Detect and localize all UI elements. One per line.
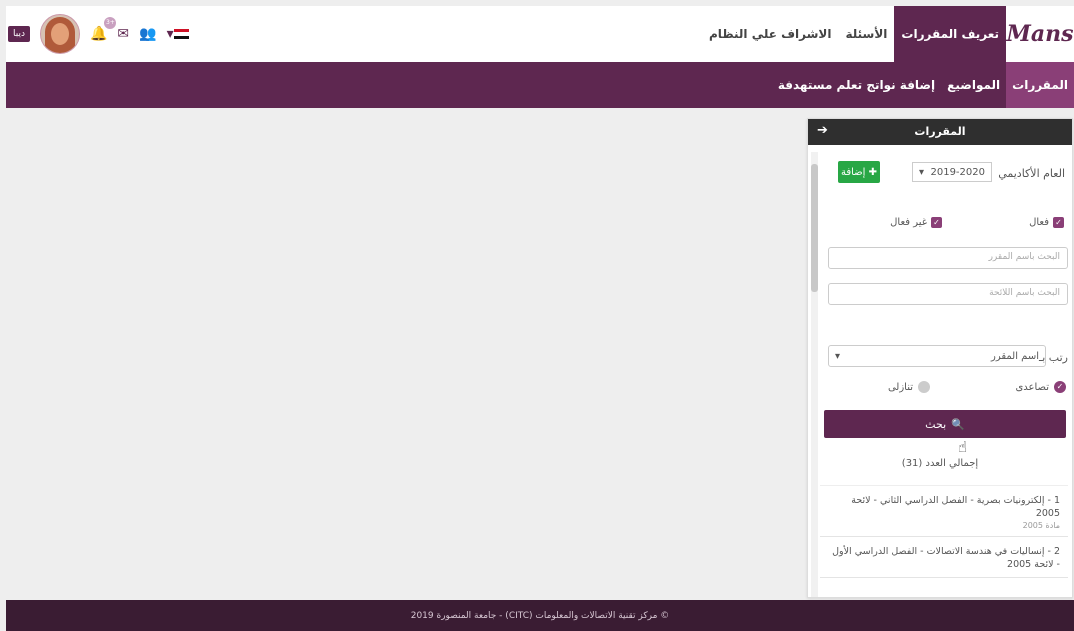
search-icon: 🔍 (951, 417, 965, 431)
nav-item-course-definition[interactable]: تعريف المقررات (894, 6, 1006, 62)
plus-icon: ✚ (868, 166, 878, 178)
chevron-down-icon: ▾ (919, 166, 925, 178)
radio-off-icon (918, 381, 930, 393)
user-toolbar: ديبا 🔔 3+ ✉ 👥 ▾ (8, 6, 189, 62)
hand-cursor-icon: ☝ (958, 438, 968, 456)
subnav-item-learning-outcomes[interactable]: إضافة نواتج تعلم مستهدفة (772, 62, 941, 108)
top-bar: ديبا 🔔 3+ ✉ 👥 ▾ Mans تعريف المقررات الأسئ… (6, 6, 1074, 63)
sort-select[interactable]: ▾ اسم المقرر (828, 345, 1046, 367)
search-button[interactable]: 🔍 بحث (824, 410, 1066, 438)
subnav-item-courses[interactable]: المقررات (1006, 62, 1074, 108)
panel-body: العام الأكاديمي 2019-2020 ▾ ✚ إضافة ✓ فع… (808, 145, 1072, 597)
users-icon[interactable]: 👥 (139, 26, 156, 42)
course-subtitle: مادة 2005 (1022, 521, 1060, 530)
descending-label: تنازلى (887, 381, 913, 393)
check-icon: ✓ (1053, 217, 1064, 228)
check-icon: ✓ (1054, 381, 1066, 393)
ascending-radio[interactable]: ✓ تصاعدى (1015, 381, 1066, 393)
list-item[interactable]: 1 - إلكترونيات بصرية - الفصل الدراسي الث… (820, 486, 1068, 537)
descending-radio[interactable]: تنازلى (888, 381, 930, 393)
add-button[interactable]: ✚ إضافة (838, 161, 880, 183)
sub-nav: المقررات المواضيع إضافة نواتج تعلم مستهد… (6, 62, 1074, 108)
active-label: فعال (1029, 217, 1049, 228)
total-count: إجمالي العدد (31) (901, 458, 979, 469)
notification-badge: 3+ (104, 17, 117, 29)
panel-header: ➔ المقررات (808, 119, 1072, 145)
panel-title: المقررات (914, 125, 966, 138)
search-course-input[interactable]: البحث باسم المقرر (828, 247, 1068, 269)
course-title: 2 - إنساليات في هندسة الاتصالات - الفصل … (832, 546, 1060, 570)
footer: © مركز تقنية الاتصالات والمعلومات (CITC)… (6, 600, 1074, 631)
course-title: 1 - إلكترونيات بصرية - الفصل الدراسي الث… (851, 495, 1060, 519)
nav-item-system-admin[interactable]: الاشراف علي النظام (702, 6, 838, 62)
sort-value: اسم المقرر (990, 350, 1039, 362)
main-nav: Mans تعريف المقررات الأسئلة الاشراف علي … (702, 6, 1074, 62)
add-button-label: إضافة (840, 166, 866, 178)
academic-year-value: 2019-2020 (930, 166, 985, 178)
bell-icon[interactable]: 🔔 3+ (90, 17, 117, 42)
ascending-label: تصاعدى (1015, 381, 1049, 393)
envelope-icon[interactable]: ✉ (117, 26, 129, 42)
inactive-checkbox[interactable]: ✓ غير فعال (890, 217, 942, 228)
active-checkbox[interactable]: ✓ فعال (1029, 217, 1064, 228)
avatar[interactable] (39, 14, 80, 54)
search-button-label: بحث (925, 417, 947, 431)
scrollbar[interactable] (811, 152, 818, 597)
language-button[interactable]: ديبا (8, 26, 30, 42)
inactive-label: غير فعال (890, 217, 927, 228)
chevron-down-icon: ▾ (835, 350, 841, 362)
flag-egypt-icon[interactable]: ▾ (167, 26, 189, 42)
check-icon: ✓ (931, 217, 942, 228)
academic-year-select[interactable]: 2019-2020 ▾ (912, 162, 992, 182)
list-item[interactable]: 2 - إنساليات في هندسة الاتصالات - الفصل … (820, 537, 1068, 578)
subnav-item-topics[interactable]: المواضيع (941, 62, 1006, 108)
logo[interactable]: Mans (1006, 6, 1074, 62)
nav-item-questions[interactable]: الأسئلة (838, 6, 894, 62)
search-regulation-input[interactable]: البحث باسم اللائحة (828, 283, 1068, 305)
course-list: 1 - إلكترونيات بصرية - الفصل الدراسي الث… (820, 485, 1068, 597)
courses-panel: ➔ المقررات العام الأكاديمي 2019-2020 ▾ ✚… (807, 118, 1073, 598)
academic-year-label: العام الأكاديمي (998, 167, 1065, 180)
